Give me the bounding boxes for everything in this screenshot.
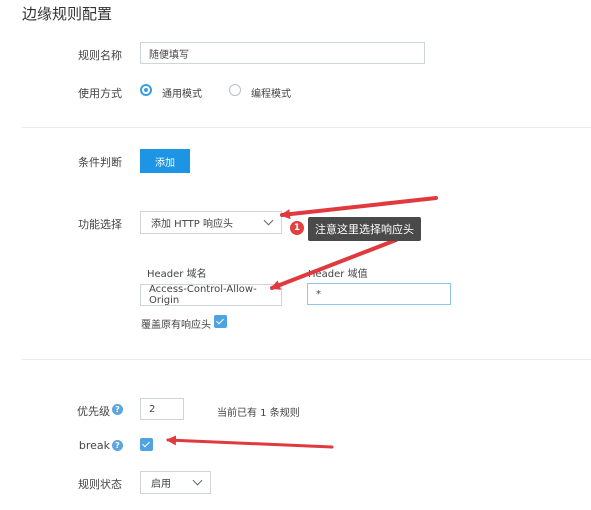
header-value-input[interactable]: * [307,283,451,305]
radio-programming-mode[interactable] [229,84,241,96]
override-header-checkbox[interactable] [214,315,227,328]
function-select-value: 添加 HTTP 响应头 [151,219,233,230]
chevron-down-icon [263,215,274,226]
function-select-label: 功能选择 [78,218,122,231]
question-circle-icon[interactable]: ? [112,440,123,451]
radio-generic-mode-label: 通用模式 [162,89,202,100]
arrow-to-break-checkbox [166,435,334,449]
radio-programming-mode-label: 编程模式 [251,89,291,100]
arrow-to-header-name [270,238,398,290]
rule-name-input[interactable]: 随便填写 [140,42,425,64]
header-name-input[interactable]: Access-Control-Allow-Origin [140,284,282,306]
priority-note: 当前已有 1 条规则 [217,408,300,419]
rule-status-value: 启用 [151,479,171,490]
condition-label: 条件判断 [78,156,122,169]
annotation-tooltip: 注意这里选择响应头 [308,217,421,241]
section-divider [22,359,591,360]
header-name-label: Header 域名 [147,269,207,280]
priority-label: 优先级 [77,405,110,418]
annotation-arrows [166,196,438,449]
rule-name-label: 规则名称 [78,49,122,62]
question-circle-icon[interactable]: ? [112,404,123,415]
radio-generic-mode[interactable] [140,84,152,96]
priority-input[interactable]: 2 [140,398,184,420]
usage-mode-label: 使用方式 [78,87,122,100]
header-value-label: Header 域值 [308,269,368,280]
add-condition-button[interactable]: 添加 [140,149,190,173]
annotation-badge: 1 [290,221,304,235]
break-label: break [78,439,110,452]
override-header-label: 覆盖原有响应头 [141,320,211,331]
break-checkbox[interactable] [140,438,153,451]
page-title: 边缘规则配置 [22,5,113,23]
rule-status-dropdown[interactable]: 启用 [140,471,211,494]
function-select-dropdown[interactable]: 添加 HTTP 响应头 [140,211,282,234]
rule-status-label: 规则状态 [78,478,122,491]
section-divider [22,127,591,128]
chevron-down-icon [192,475,203,486]
arrow-to-function-select [280,196,438,220]
